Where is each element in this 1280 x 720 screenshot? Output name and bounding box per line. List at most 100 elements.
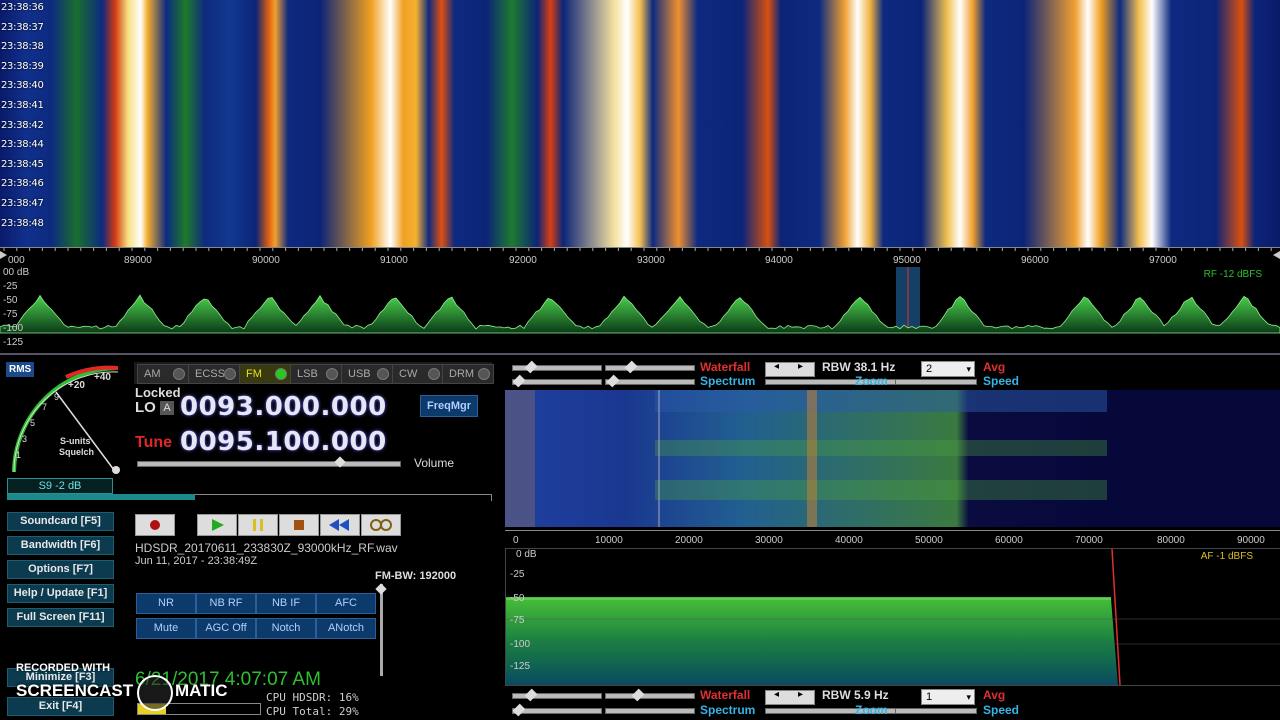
af-bottom-rbw: RBW 5.9 Hz	[822, 688, 889, 702]
af-bottom-arrow-buttons[interactable]: ◂ ▸	[765, 690, 815, 705]
spectrum-db-label: -125	[3, 337, 23, 348]
mode-label: FM	[246, 368, 262, 380]
soundcard-button[interactable]: Soundcard [F5]	[7, 512, 114, 531]
squelch-label: Squelch	[59, 447, 94, 457]
af-bottom-controls: Waterfall Spectrum ◂ ▸ RBW 5.9 Hz Zoom 1…	[505, 688, 1280, 720]
af-frequency-scale[interactable]: 0 10000 20000 30000 40000 50000 60000 70000 8000…	[505, 530, 1280, 549]
af-top-speed-label: Speed	[983, 374, 1019, 388]
smeter-bar-track	[195, 494, 492, 501]
arrow-right-icon: ▸	[798, 361, 803, 372]
af-bottom-spectrum-label: Spectrum	[700, 703, 755, 717]
pause-icon	[239, 515, 277, 535]
af-bottom-avg-label: Avg	[983, 688, 1005, 702]
af-scale-label: 50000	[915, 535, 943, 546]
af-top-slider-1-knob[interactable]	[525, 361, 538, 374]
af-db-label: -75	[510, 615, 524, 626]
af-top-slider-3-knob[interactable]	[625, 361, 638, 374]
af-bottom-slider-3-knob[interactable]	[632, 689, 645, 702]
mode-am-button[interactable]: AM	[137, 364, 189, 384]
mode-lsb-button[interactable]: LSB	[290, 364, 342, 384]
mute-button[interactable]: Mute	[136, 618, 196, 639]
af-top-select[interactable]: 2 ▾	[921, 361, 975, 377]
smeter-scale-3: 3	[22, 434, 27, 444]
af-bottom-slider-3[interactable]	[605, 693, 695, 699]
loop-icon	[362, 515, 400, 535]
af-bottom-speed-slider[interactable]	[895, 708, 977, 714]
af-scale-label: 20000	[675, 535, 703, 546]
locked-label: Locked	[135, 385, 181, 400]
smeter-scale-20: +20	[68, 380, 85, 391]
record-button[interactable]	[135, 514, 175, 536]
waterfall-timestamp: 23:38:45	[1, 159, 44, 170]
fm-bandwidth-slider[interactable]	[380, 584, 383, 676]
mode-led-icon	[326, 368, 338, 380]
af-top-zoom-label: Zoom	[855, 374, 888, 388]
smeter-reading: S9 -2 dB	[7, 478, 113, 494]
stop-button[interactable]	[279, 514, 319, 536]
help-update-button[interactable]: Help / Update [F1]	[7, 584, 114, 603]
main-waterfall[interactable]: 23:38:36 23:38:37 23:38:38 23:38:39 23:38:40…	[0, 0, 1280, 247]
play-icon	[198, 515, 236, 535]
mode-label: LSB	[297, 368, 318, 380]
pause-button[interactable]	[238, 514, 278, 536]
af-bottom-slider-2-knob[interactable]	[513, 704, 526, 717]
mode-usb-button[interactable]: USB	[341, 364, 393, 384]
af-top-arrow-buttons[interactable]: ◂ ▸	[765, 362, 815, 377]
smeter-scale-9: 9	[54, 392, 59, 402]
af-bottom-slider-1-knob[interactable]	[525, 689, 538, 702]
lo-badge[interactable]: A	[160, 401, 174, 415]
nb-if-button[interactable]: NB IF	[256, 593, 316, 614]
frequency-tick-label: 95000	[893, 255, 921, 266]
mode-label: USB	[348, 368, 371, 380]
nr-button[interactable]: NR	[136, 593, 196, 614]
af-bottom-select[interactable]: 1 ▾	[921, 689, 975, 705]
af-top-speed-slider[interactable]	[895, 379, 977, 385]
af-bottom-speed-label: Speed	[983, 703, 1019, 717]
mode-cw-button[interactable]: CW	[392, 364, 444, 384]
main-spectrum[interactable]: RF -12 dBFS 00 dB -25 -50 -75 -100 -125	[0, 267, 1280, 355]
af-db-label: -25	[510, 569, 524, 580]
lo-frequency[interactable]: 0093.000.000	[180, 392, 387, 422]
rms-badge[interactable]: RMS	[6, 362, 34, 377]
fullscreen-button[interactable]: Full Screen [F11]	[7, 608, 114, 627]
main-spectrum-plot	[0, 267, 1280, 353]
af-top-slider-4-knob[interactable]	[607, 375, 620, 388]
tune-frequency[interactable]: 0095.100.000	[180, 427, 387, 457]
af-bottom-zoom-label: Zoom	[855, 703, 888, 717]
af-top-spectrum-label: Spectrum	[700, 374, 755, 388]
af-spectrum[interactable]: 0 dB -25 -50 -75 -100 -125 AF -1 dBFS	[505, 548, 1280, 686]
waterfall-timestamp: 23:38:47	[1, 198, 44, 209]
options-button[interactable]: Options [F7]	[7, 560, 114, 579]
loop-button[interactable]	[361, 514, 401, 536]
af-top-slider-3[interactable]	[605, 365, 695, 371]
af-bottom-slider-4[interactable]	[605, 708, 695, 714]
waterfall-timestamp: 23:38:48	[1, 218, 44, 229]
play-button[interactable]	[197, 514, 237, 536]
spectrum-db-label: -50	[3, 295, 17, 306]
mode-ecss-button[interactable]: ECSS	[188, 364, 240, 384]
notch-button[interactable]: Notch	[256, 618, 316, 639]
waterfall-timestamp: 23:38:42	[1, 120, 44, 131]
main-frequency-scale[interactable]: 000 89000 90000 91000 92000 93000 94000 95000 96…	[0, 247, 1280, 268]
smeter-scale-1: 1	[16, 450, 21, 460]
nb-rf-button[interactable]: NB RF	[196, 593, 256, 614]
af-scale-label: 70000	[1075, 535, 1103, 546]
af-top-rbw: RBW 38.1 Hz	[822, 360, 895, 374]
af-scale-label: 0	[513, 535, 519, 546]
freqmgr-button[interactable]: FreqMgr	[420, 395, 478, 417]
afc-button[interactable]: AFC	[316, 593, 376, 614]
af-waterfall[interactable]	[505, 390, 1280, 527]
rewind-button[interactable]	[320, 514, 360, 536]
watermark-brand-left: SCREENCAST	[16, 681, 133, 701]
mode-drm-button[interactable]: DRM	[442, 364, 494, 384]
agc-off-button[interactable]: AGC Off	[196, 618, 256, 639]
af-scale-label: 40000	[835, 535, 863, 546]
bandwidth-button[interactable]: Bandwidth [F6]	[7, 536, 114, 555]
af-level-label: AF -1 dBFS	[1201, 551, 1253, 562]
anotch-button[interactable]: ANotch	[316, 618, 376, 639]
fm-bandwidth-knob[interactable]	[375, 583, 386, 594]
af-top-slider-2-knob[interactable]	[513, 375, 526, 388]
volume-slider[interactable]	[137, 461, 401, 467]
mode-fm-button[interactable]: FM	[239, 364, 291, 384]
af-top-avg-label: Avg	[983, 360, 1005, 374]
